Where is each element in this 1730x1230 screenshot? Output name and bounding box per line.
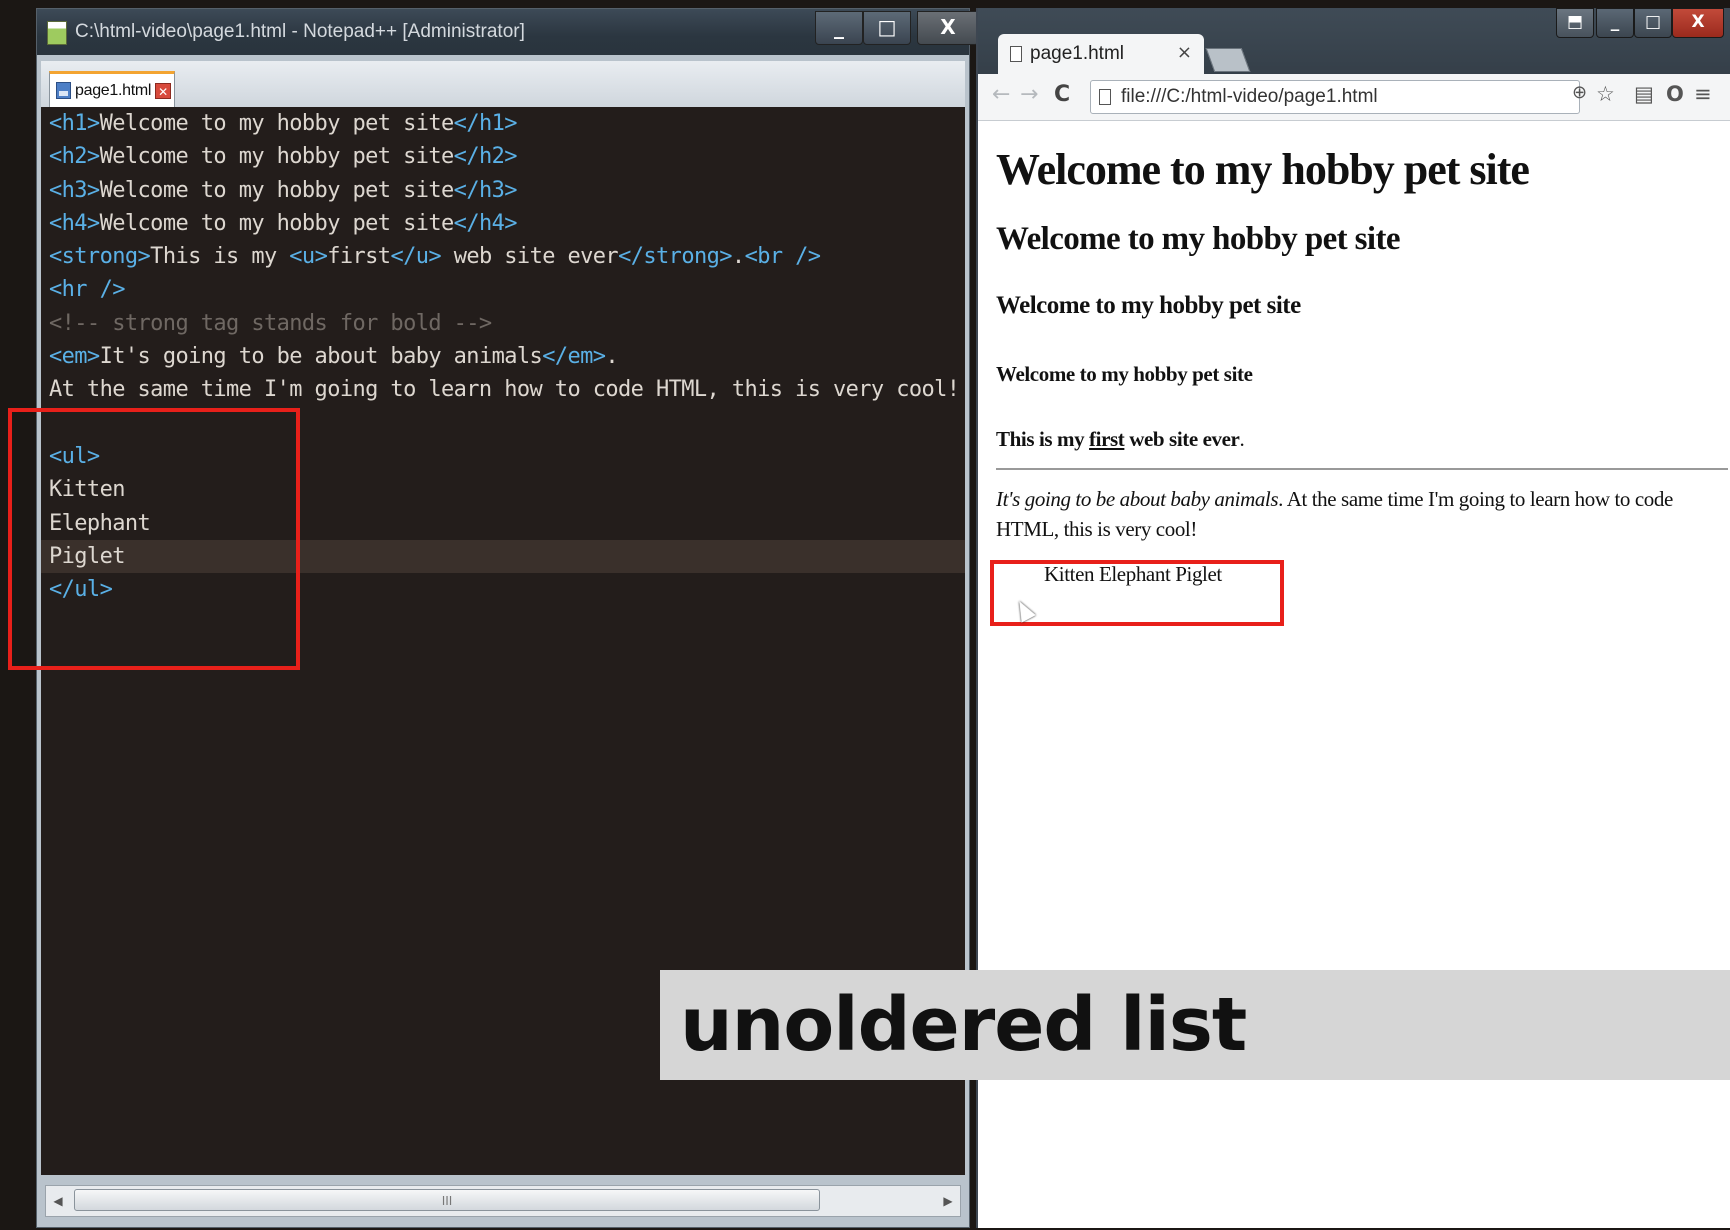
underlined-text: first: [1089, 427, 1125, 451]
tab-label: page1.html: [75, 81, 152, 99]
code-text: Welcome to my hobby pet site: [99, 111, 455, 136]
scroll-left-icon[interactable]: ◀: [46, 1186, 70, 1216]
code-line[interactable]: At the same time I'm going to learn how …: [41, 373, 965, 406]
video-caption: unoldered list: [660, 970, 1730, 1080]
code-text: Welcome to my hobby pet site: [99, 144, 455, 170]
code-text: At the same time I'm going to learn how …: [49, 377, 960, 403]
code-tag: <h3>: [49, 177, 100, 203]
address-page-icon: [1099, 89, 1111, 105]
code-tag: <h4>: [49, 210, 100, 236]
tab-close-icon[interactable]: ✕: [155, 82, 172, 99]
zoom-icon[interactable]: ⊕: [1572, 82, 1587, 103]
save-icon: [56, 82, 71, 99]
new-tab-button[interactable]: [1205, 48, 1251, 72]
code-tag: <h2>: [49, 144, 100, 170]
page-icon: [1010, 46, 1022, 62]
code-text: .: [731, 244, 745, 270]
page-h1: Welcome to my hobby pet site: [996, 145, 1530, 194]
scroll-thumb[interactable]: III: [74, 1189, 820, 1211]
notepad-tabstrip: page1.html ✕: [41, 61, 965, 108]
maximize-button[interactable]: □: [863, 11, 911, 45]
strong-text-pre: This is my: [996, 427, 1090, 451]
code-highlight-box: [8, 408, 300, 670]
code-tag: </em>: [542, 344, 606, 370]
code-text: This is my: [150, 244, 290, 270]
code-text: Welcome to my hobby pet site: [99, 210, 455, 236]
page-h2: Welcome to my hobby pet site: [996, 221, 1401, 257]
notepad-app-icon: [47, 21, 67, 45]
browser-tab-close-icon[interactable]: ×: [1177, 42, 1192, 63]
code-text: It's going to be about baby animals: [99, 344, 543, 370]
code-line[interactable]: <em>It's going to be about baby animals<…: [41, 340, 965, 373]
notepad-titlebar[interactable]: C:\html-video\page1.html - Notepad++ [Ad…: [37, 9, 979, 55]
code-tag: </u>: [390, 244, 442, 270]
browser-toolbar: ← → C file:///C:/html-video/page1.html ⊕…: [978, 74, 1730, 121]
address-url: file:///C:/html-video/page1.html: [1121, 86, 1378, 107]
code-tag: <strong>: [49, 244, 151, 270]
notepad-title: C:\html-video\page1.html - Notepad++ [Ad…: [75, 21, 525, 42]
browser-tab-title: page1.html: [1030, 43, 1125, 64]
code-line[interactable]: <h2>Welcome to my hobby pet site</h2>: [41, 140, 965, 173]
page-h4: Welcome to my hobby pet site: [996, 362, 1253, 386]
code-tag: <hr />: [49, 277, 125, 303]
browser-minimize-button[interactable]: _: [1596, 8, 1634, 38]
page-h3: Welcome to my hobby pet site: [996, 292, 1301, 319]
code-tag: <h1>: [49, 111, 100, 136]
extension-icon[interactable]: ▤: [1634, 82, 1654, 106]
horizontal-scrollbar[interactable]: ◀ III ▶: [45, 1185, 961, 1217]
output-highlight-box: [990, 560, 1284, 626]
emphasis-text: It's going to be about baby animals: [996, 487, 1279, 511]
code-line[interactable]: <h3>Welcome to my hobby pet site</h3>: [41, 174, 965, 207]
reload-icon[interactable]: C: [1054, 82, 1070, 107]
page-paragraph: It's going to be about baby animals. At …: [996, 484, 1696, 544]
minimize-button[interactable]: _: [815, 11, 863, 45]
code-tag: </h2>: [453, 144, 518, 170]
star-icon[interactable]: ☆: [1596, 82, 1615, 106]
code-tag: <br />: [744, 244, 821, 270]
code-comment: <!-- strong tag stands for bold -->: [49, 310, 492, 336]
menu-icon[interactable]: ≡: [1694, 82, 1712, 106]
profile-icon[interactable]: ⬒: [1556, 8, 1594, 38]
strong-text-post: web site ever: [1124, 427, 1240, 451]
code-line[interactable]: <h1>Welcome to my hobby pet site</h1>: [41, 107, 965, 140]
page-hr: [996, 468, 1728, 470]
caption-text: unoldered list: [680, 982, 1247, 1068]
code-tag: <em>: [49, 344, 100, 370]
code-line[interactable]: <hr />: [41, 273, 965, 306]
address-bar[interactable]: file:///C:/html-video/page1.html: [1090, 80, 1580, 114]
opera-icon[interactable]: O: [1666, 82, 1684, 106]
close-button[interactable]: X: [917, 11, 979, 45]
scroll-right-icon[interactable]: ▶: [936, 1186, 960, 1216]
code-tag: </h1>: [453, 111, 518, 136]
code-tag: </h4>: [453, 210, 518, 236]
code-tag: </strong>: [618, 244, 732, 270]
code-line[interactable]: <strong>This is my <u>first</u> web site…: [41, 240, 965, 273]
browser-maximize-button[interactable]: □: [1634, 8, 1672, 38]
page-strong-line: This is my first web site ever.: [996, 427, 1730, 452]
tab-page1[interactable]: page1.html ✕: [49, 71, 175, 107]
back-icon[interactable]: ←: [992, 82, 1010, 107]
browser-tab[interactable]: page1.html ×: [998, 34, 1204, 74]
code-line[interactable]: <!-- strong tag stands for bold -->: [41, 307, 965, 340]
code-text: .: [605, 344, 619, 370]
code-text: Welcome to my hobby pet site: [99, 177, 455, 203]
code-tag: </h3>: [453, 177, 518, 203]
browser-close-button[interactable]: X: [1672, 8, 1724, 38]
code-tag: <u>: [289, 244, 328, 270]
code-text: first: [327, 244, 391, 270]
forward-icon[interactable]: →: [1020, 82, 1038, 107]
code-line[interactable]: <h4>Welcome to my hobby pet site</h4>: [41, 207, 965, 240]
code-text: web site ever: [441, 244, 619, 270]
strong-period: .: [1239, 427, 1245, 451]
